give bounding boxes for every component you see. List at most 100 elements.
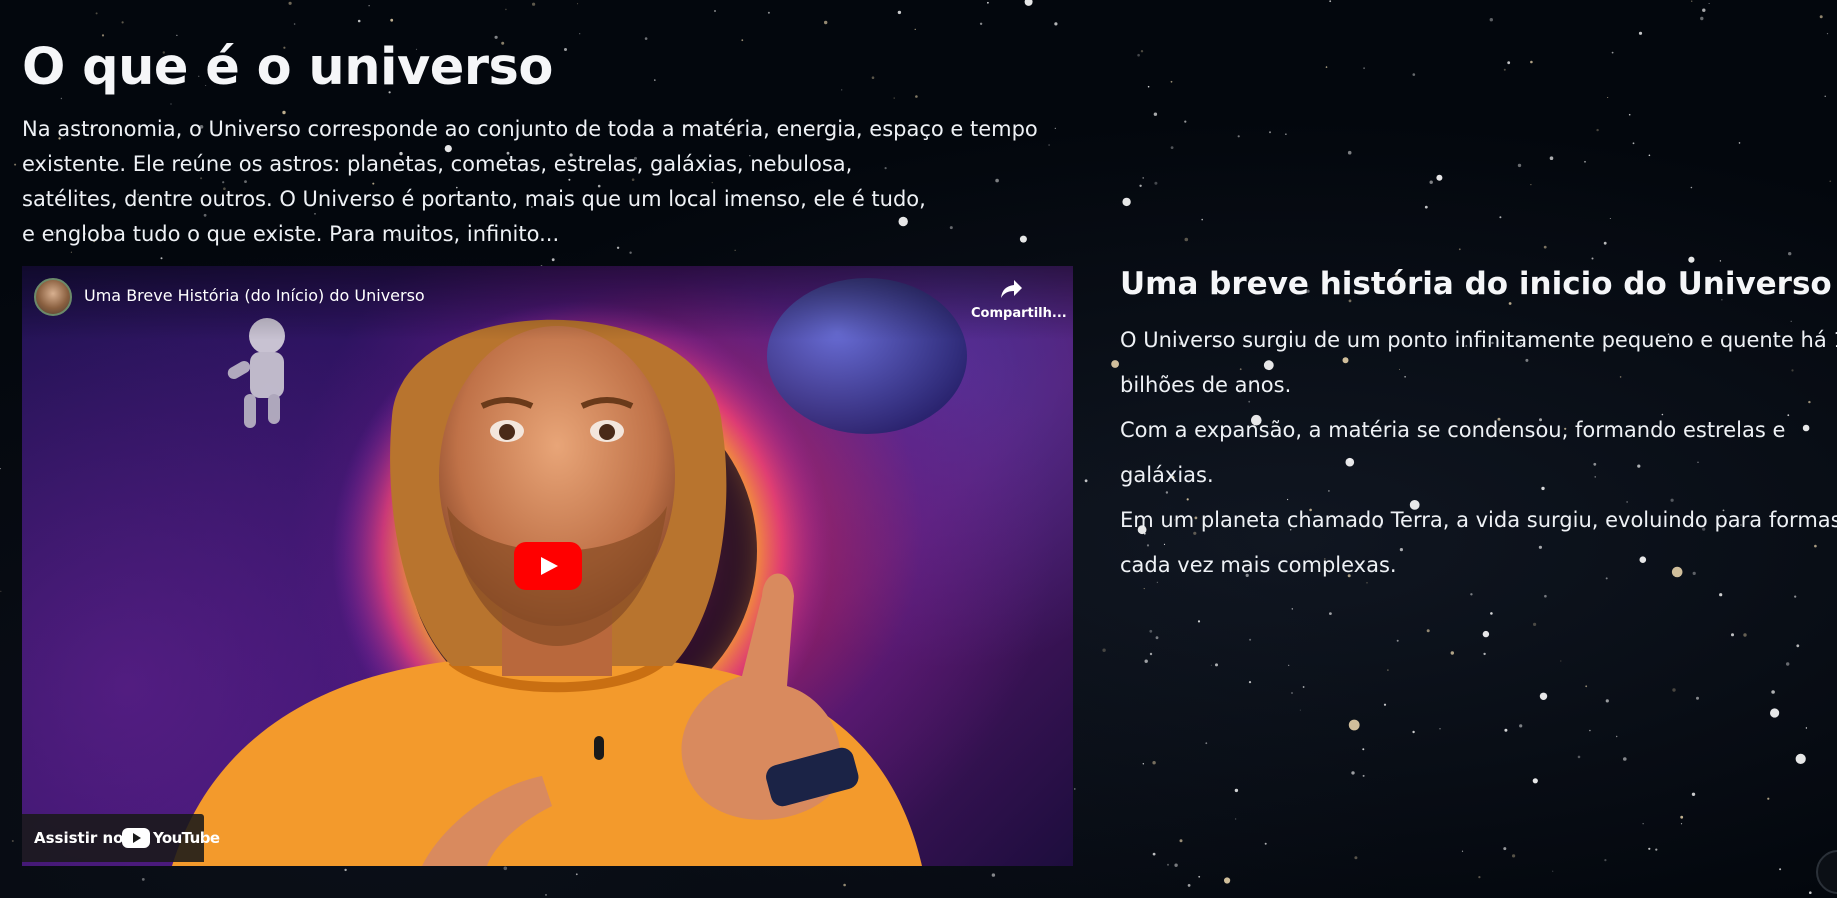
star [1504, 728, 1508, 732]
star [1224, 877, 1231, 884]
star [121, 21, 124, 24]
star [1285, 133, 1287, 135]
watch-on-youtube-button[interactable]: Assistir no YouTube [22, 814, 220, 862]
star [1024, 0, 1033, 6]
star [1362, 748, 1365, 751]
star [1616, 735, 1618, 738]
star [1607, 97, 1609, 98]
star [1074, 788, 1076, 790]
star [1179, 839, 1183, 843]
video-title[interactable]: Uma Breve História (do Início) do Univer… [84, 286, 425, 305]
star [532, 2, 536, 6]
aside-title: Uma breve história do inicio do Universo [1120, 266, 1832, 302]
star [1690, 186, 1693, 189]
star [1461, 850, 1464, 852]
star [1149, 629, 1153, 633]
star [1325, 66, 1328, 68]
star [1767, 797, 1770, 800]
star [1482, 630, 1490, 638]
star [991, 873, 996, 877]
star [579, 33, 581, 35]
star [293, 23, 296, 25]
star [1248, 681, 1252, 684]
star [0, 468, 1, 470]
star [1450, 651, 1455, 655]
star [1329, 612, 1332, 615]
star [1154, 181, 1158, 185]
star [344, 868, 347, 872]
star [714, 10, 716, 12]
star [1299, 709, 1301, 711]
star [1589, 729, 1591, 732]
star [390, 18, 394, 22]
star [11, 840, 14, 842]
aside-line: Com a expansão, a matéria se condensou, … [1120, 418, 1786, 442]
page-title: O que é o universo [22, 38, 553, 97]
star [1605, 699, 1609, 703]
star [551, 258, 555, 262]
star [1585, 685, 1588, 688]
star [1269, 131, 1271, 134]
star [1508, 302, 1512, 305]
channel-avatar[interactable] [34, 278, 72, 316]
star [1489, 18, 1494, 22]
intro-paragraph: Na astronomia, o Universo corresponde ao… [22, 112, 1038, 252]
star [1184, 237, 1189, 242]
star [1738, 142, 1741, 144]
youtube-video-embed[interactable]: Uma Breve História (do Início) do Univer… [22, 266, 1073, 866]
star [1288, 664, 1290, 666]
star [1829, 180, 1831, 182]
star [14, 163, 17, 166]
intro-line: e engloba tudo o que existe. Para muitos… [22, 222, 560, 246]
play-button[interactable] [514, 542, 582, 590]
star [503, 866, 508, 871]
star [1291, 692, 1293, 694]
star [1532, 778, 1538, 784]
star [1210, 664, 1212, 666]
star [101, 34, 105, 37]
youtube-logo-icon [122, 828, 150, 848]
star [1788, 252, 1792, 256]
star [1054, 127, 1056, 129]
star [1539, 692, 1548, 700]
star [1412, 73, 1416, 76]
aside-paragraph: O Universo surgiu de um ponto infinitame… [1120, 318, 1837, 588]
star [1215, 663, 1218, 667]
star [1591, 257, 1594, 260]
star [1530, 184, 1532, 186]
star [1696, 696, 1699, 700]
share-button[interactable]: Compartilh... [971, 278, 1067, 321]
star [1503, 847, 1507, 851]
floating-corner-button[interactable] [1816, 850, 1837, 894]
star [1680, 823, 1683, 825]
star [1383, 703, 1387, 706]
star [1743, 633, 1747, 637]
star [1688, 256, 1695, 263]
star [841, 89, 843, 91]
star [1824, 95, 1826, 98]
star [915, 95, 918, 98]
star [1174, 863, 1178, 867]
star [1809, 891, 1812, 894]
aside-line: cada vez mais complexas. [1120, 553, 1397, 577]
star [1648, 847, 1651, 850]
star [1611, 51, 1614, 54]
star [170, 103, 172, 105]
star [1779, 868, 1782, 871]
star [1249, 638, 1252, 641]
star [1483, 652, 1486, 656]
star [1596, 128, 1599, 132]
star [1771, 690, 1775, 694]
star [1363, 67, 1365, 70]
star [1140, 50, 1144, 53]
star [1796, 644, 1800, 648]
star [1786, 662, 1790, 666]
star [1691, 0, 1693, 2]
star [987, 1, 989, 4]
star [1152, 761, 1156, 765]
aside-line: O Universo surgiu de um ponto infinitame… [1120, 328, 1837, 352]
star [1719, 260, 1722, 262]
star [1702, 8, 1706, 12]
aside-line: galáxias. [1120, 463, 1214, 487]
star [1826, 33, 1829, 35]
